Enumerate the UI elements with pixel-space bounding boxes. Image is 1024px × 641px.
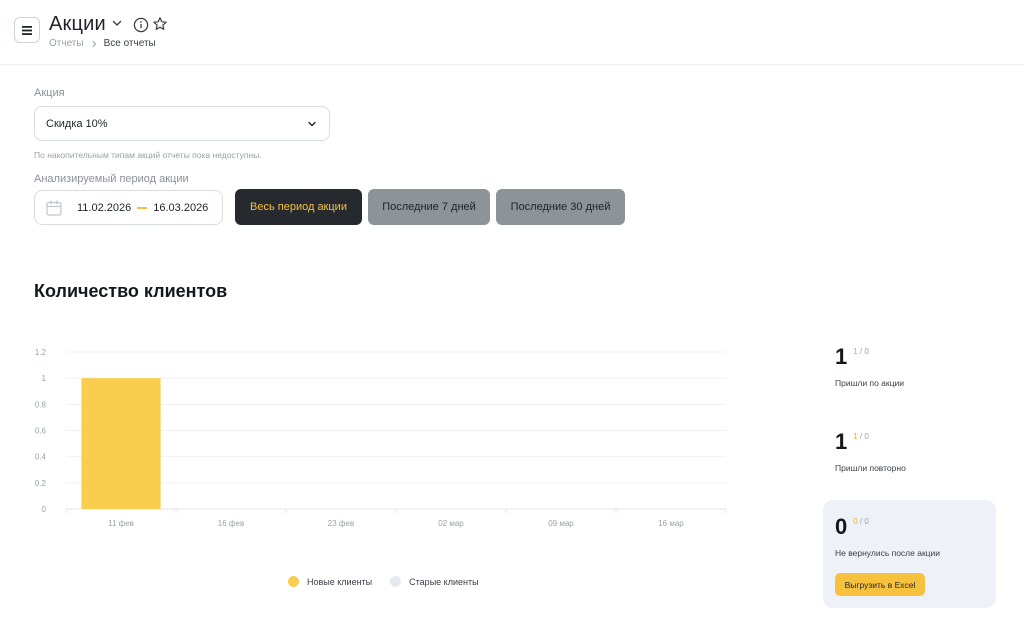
- page-title: Акции: [49, 13, 106, 35]
- legend-item-old-clients[interactable]: Старые клиенты: [390, 576, 479, 587]
- date-to: 16.03.2026: [153, 201, 209, 214]
- date-separator: [137, 206, 148, 209]
- menu-button[interactable]: [14, 17, 40, 43]
- y-tick-label: 0.4: [35, 453, 47, 462]
- stat-caption: Пришли по акции: [835, 378, 904, 388]
- stat-came-again: 1 1 / 0 Пришли повторно: [835, 429, 906, 473]
- y-tick-label: 0.6: [35, 427, 47, 436]
- y-tick-label: 0.2: [35, 479, 47, 488]
- period-7-days-button[interactable]: Последние 7 дней: [368, 189, 490, 225]
- period-all-button[interactable]: Весь период акции: [235, 189, 362, 225]
- x-tick-label: 16 фев: [218, 519, 244, 528]
- x-tick-label: 11 фев: [108, 519, 134, 528]
- x-tick-label: 23 фев: [328, 519, 354, 528]
- promo-select[interactable]: Скидка 10%: [34, 106, 330, 141]
- x-tick-label: 09 мар: [548, 519, 574, 528]
- y-tick-label: 1.2: [35, 348, 47, 357]
- breadcrumb: Отчеты Все отчеты: [49, 38, 156, 49]
- chevron-down-icon: [308, 121, 316, 127]
- star-icon[interactable]: [152, 16, 168, 32]
- chevron-down-icon[interactable]: [110, 16, 124, 30]
- legend-item-new-clients[interactable]: Новые клиенты: [288, 576, 372, 587]
- x-tick-label: 02 мар: [438, 519, 464, 528]
- period-label: Анализируемый период акции: [34, 173, 189, 185]
- breadcrumb-current: Все отчеты: [103, 38, 156, 49]
- period-30-days-button[interactable]: Последние 30 дней: [496, 189, 625, 225]
- stat-value: 0: [835, 514, 848, 539]
- chart-legend: Новые клиенты Старые клиенты: [288, 576, 479, 587]
- breadcrumb-reports-link[interactable]: Отчеты: [49, 38, 84, 49]
- y-tick-label: 0: [42, 505, 47, 514]
- stat-caption: Не вернулись после акции: [835, 548, 941, 558]
- date-from: 11.02.2026: [77, 201, 132, 214]
- x-tick-label: 16 мар: [658, 519, 684, 528]
- chevron-right-icon: [92, 40, 96, 47]
- stat-caption: Пришли повторно: [835, 463, 906, 473]
- stat-came-by-promo: 1 1 / 0 Пришли по акции: [835, 344, 904, 388]
- stat-not-returned: 0 0 / 0 Не вернулись после акции: [835, 514, 940, 558]
- clients-bar-chart: 0 0.2 0.4 0.6 0.8 1 1.2 11 фев 16 фев 23 фев 02 ма…: [35, 348, 727, 528]
- calendar-icon: [46, 199, 62, 216]
- export-excel-button[interactable]: Выгрузить в Excel: [835, 573, 925, 596]
- section-title: Количество клиентов: [34, 281, 228, 301]
- stat-breakdown: 0 / 0: [853, 517, 869, 526]
- page-header: Акции Отчеты Все отчеты: [0, 0, 1024, 65]
- legend-dot: [288, 576, 299, 587]
- bar-new-clients: [81, 378, 161, 509]
- stat-value: 1: [835, 344, 848, 369]
- legend-label: Старые клиенты: [409, 576, 479, 587]
- y-tick-label: 1: [42, 374, 47, 383]
- promo-hint: По накопительным типам акций отчеты пока…: [34, 150, 262, 160]
- stat-breakdown: 1 / 0: [853, 347, 869, 356]
- hamburger-icon: [22, 25, 32, 35]
- date-range-picker[interactable]: 11.02.2026 16.03.2026: [34, 190, 223, 225]
- legend-label: Новые клиенты: [307, 576, 373, 587]
- y-tick-label: 0.8: [35, 400, 47, 409]
- promo-label: Акция: [34, 87, 65, 99]
- stat-breakdown: 1 / 0: [853, 432, 869, 441]
- info-icon[interactable]: [133, 17, 149, 33]
- promo-select-value: Скидка 10%: [46, 117, 108, 130]
- legend-dot: [390, 576, 402, 587]
- stat-value: 1: [835, 429, 848, 454]
